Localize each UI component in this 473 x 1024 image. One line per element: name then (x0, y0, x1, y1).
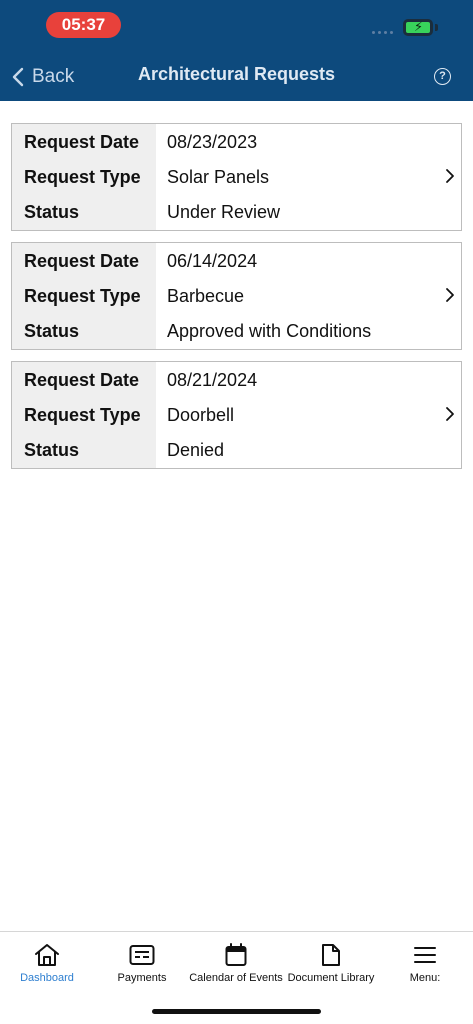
home-indicator (152, 1009, 321, 1014)
status-value: Under Review (167, 202, 281, 222)
status-label: Status (24, 440, 80, 460)
request-card[interactable]: Request Date 08/21/2024 Request Type Doorb… (11, 361, 462, 469)
status-time: 05:37 (46, 12, 121, 38)
tab-payments[interactable]: Payments (92, 940, 192, 984)
request-date-label: Request Date (24, 370, 140, 390)
document-icon (322, 944, 340, 966)
request-card[interactable]: Request Date 08/23/2023 Request Type Solar… (11, 123, 462, 231)
chevron-right-icon (446, 407, 454, 421)
chevron-left-icon (12, 67, 24, 87)
request-type-value: Solar Panels (167, 167, 270, 187)
request-date-label: Request Date (24, 251, 140, 271)
request-card[interactable]: Request Date 06/14/2024 Request Type Barbe… (11, 242, 462, 350)
battery-cap (435, 24, 438, 31)
status-value: Denied (167, 440, 225, 460)
tab-label: Dashboard (20, 972, 74, 984)
request-type-label: Request Type (24, 286, 141, 306)
request-type-value: Barbecue (167, 286, 245, 306)
status-label: Status (24, 202, 80, 222)
tab-label: Document Library (287, 972, 375, 984)
request-list: Request Date 08/23/2023 Request Type Solar… (11, 123, 462, 480)
back-button[interactable]: Back (12, 62, 74, 92)
request-date-value: 08/23/2023 (167, 132, 258, 152)
menu-icon (414, 947, 436, 963)
tab-label: Menu: (409, 972, 441, 984)
help-icon[interactable]: ? (434, 68, 451, 85)
home-icon (35, 944, 59, 966)
status-label: Status (24, 321, 80, 341)
tab-label: Payments (117, 972, 167, 984)
request-type-value: Doorbell (167, 405, 235, 425)
request-date-label: Request Date (24, 132, 140, 152)
tab-label: Calendar of Events (189, 972, 283, 984)
status-value: Approved with Conditions (167, 321, 372, 341)
battery-icon: ⚡ (403, 19, 433, 36)
tab-dashboard[interactable]: Dashboard (0, 940, 97, 984)
tab-calendar-of-events[interactable]: Calendar of Events (186, 940, 286, 984)
tab-document-library[interactable]: Document Library (281, 940, 381, 984)
chevron-right-icon (446, 169, 454, 183)
chevron-right-icon (446, 288, 454, 302)
tab-menu[interactable]: Menu: (375, 940, 473, 984)
request-date-value: 08/21/2024 (167, 370, 258, 390)
back-label: Back (32, 66, 75, 87)
payment-card-icon (129, 945, 155, 965)
request-type-label: Request Type (24, 405, 141, 425)
signal-icon (372, 31, 393, 34)
calendar-icon (225, 943, 247, 966)
request-type-label: Request Type (24, 167, 141, 187)
request-date-value: 06/14/2024 (167, 251, 258, 271)
navigation-bar: 05:37 ⚡ Back Architectural Requests ? (0, 0, 473, 101)
